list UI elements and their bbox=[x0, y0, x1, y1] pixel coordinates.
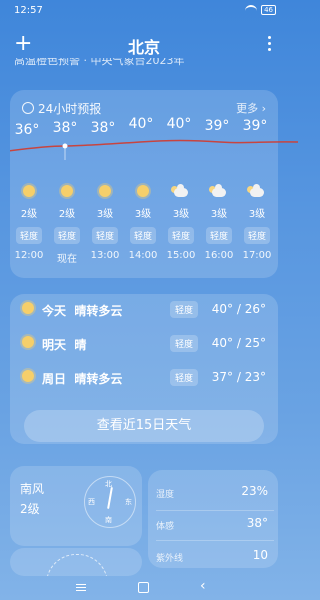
system-nav-bar: ‹ bbox=[0, 576, 288, 600]
hourly-wind: 3级 bbox=[172, 209, 190, 220]
hourly-time: 15:00 bbox=[166, 250, 196, 261]
aqi-badge: 轻度 bbox=[170, 335, 199, 352]
aqi-badge: 轻度 bbox=[205, 227, 232, 244]
more-menu-icon[interactable] bbox=[268, 36, 272, 54]
city-title: 北京 bbox=[127, 38, 160, 57]
fifteen-day-forecast-button[interactable]: 查看近15日天气 bbox=[24, 410, 264, 442]
sun-icon bbox=[61, 185, 73, 197]
divider bbox=[156, 510, 274, 511]
day-label: 今天 晴转多云 bbox=[42, 304, 123, 318]
sun-arc-icon bbox=[46, 554, 108, 576]
day-row-today[interactable]: 今天 晴转多云 轻度 40° / 26° bbox=[10, 298, 278, 320]
compass-west: 西 bbox=[88, 498, 95, 506]
home-icon[interactable] bbox=[138, 582, 149, 593]
cloud-sun-icon bbox=[247, 184, 264, 197]
sun-icon bbox=[22, 370, 34, 382]
hourly-wind: 3级 bbox=[210, 209, 228, 220]
detail-uv: 紫外线 10 bbox=[156, 548, 268, 564]
alert-text: 高温橙色预警 · 中央气象台2023年 bbox=[14, 58, 185, 67]
day-label: 周日 晴转多云 bbox=[42, 372, 123, 386]
hourly-wind: 2级 bbox=[20, 209, 38, 220]
hourly-time: 14:00 bbox=[128, 250, 158, 261]
aqi-badge: 轻度 bbox=[243, 227, 270, 244]
sun-icon bbox=[99, 185, 111, 197]
cloud-sun-icon bbox=[171, 184, 188, 197]
hourly-wind-row: 2级 2级 3级 3级 3级 3级 3级 bbox=[10, 205, 278, 223]
sun-icon bbox=[22, 302, 34, 314]
aqi-badge: 轻度 bbox=[167, 227, 194, 244]
compass-needle bbox=[107, 486, 113, 510]
sun-icon bbox=[22, 336, 34, 348]
hourly-icons-row bbox=[10, 182, 278, 200]
aqi-badge: 轻度 bbox=[53, 227, 80, 244]
back-icon[interactable]: ‹ bbox=[200, 578, 206, 594]
day-temps: 37° / 23° bbox=[211, 370, 266, 384]
divider bbox=[156, 540, 274, 541]
hourly-wind: 3级 bbox=[248, 209, 266, 220]
hourly-time: 13:00 bbox=[90, 250, 120, 261]
wind-level: 2级 bbox=[20, 502, 40, 516]
aqi-badge: 轻度 bbox=[170, 369, 199, 386]
compass-icon: 北 南 西 东 bbox=[84, 476, 136, 528]
status-bar: 12:57 46 bbox=[0, 0, 288, 22]
day-temps: 40° / 25° bbox=[211, 336, 266, 350]
aqi-badge: 轻度 bbox=[129, 227, 156, 244]
day-row-sunday[interactable]: 周日 晴转多云 轻度 37° / 23° bbox=[10, 366, 278, 388]
cloud-sun-icon bbox=[209, 184, 226, 197]
hourly-wind: 2级 bbox=[58, 209, 76, 220]
alert-banner[interactable]: 高温橙色预警 · 中央气象台2023年 bbox=[14, 58, 274, 72]
hourly-wind: 3级 bbox=[96, 209, 114, 220]
wind-direction: 南风 bbox=[20, 482, 45, 496]
hourly-forecast-card: 24小时预报 更多 › 36° 38° 38° 40° 40° 39° 39° … bbox=[10, 90, 298, 278]
hourly-title: 24小时预报 bbox=[38, 102, 102, 116]
aqi-badge: 轻度 bbox=[91, 227, 118, 244]
hourly-aqi-row: 轻度 轻度 轻度 轻度 轻度 轻度 轻度 bbox=[10, 224, 278, 244]
detail-humidity: 湿度 23% bbox=[156, 484, 268, 500]
compass-south: 南 bbox=[105, 516, 112, 524]
sunrise-card bbox=[10, 548, 142, 576]
hourly-time: 12:00 bbox=[14, 250, 44, 261]
more-link[interactable]: 更多 › bbox=[236, 100, 266, 116]
status-time: 12:57 bbox=[14, 5, 43, 16]
temperature-curve bbox=[10, 139, 298, 160]
day-label: 明天 晴 bbox=[42, 338, 87, 352]
aqi-badge: 轻度 bbox=[170, 301, 199, 318]
hourly-time: 16:00 bbox=[204, 250, 234, 261]
clock-icon bbox=[22, 102, 34, 114]
aqi-badge: 轻度 bbox=[15, 227, 42, 244]
hourly-time-row: 12:00 现在 13:00 14:00 15:00 16:00 17:00 bbox=[10, 250, 278, 268]
status-icons: 46 bbox=[245, 5, 276, 15]
battery-icon: 46 bbox=[261, 5, 276, 15]
hourly-time: 现在 bbox=[57, 254, 77, 265]
wind-card: 南风 2级 北 南 西 东 bbox=[10, 466, 142, 546]
detail-feels-like: 体感 38° bbox=[156, 516, 268, 532]
hourly-time: 17:00 bbox=[242, 250, 272, 261]
details-card: 湿度 23% 体感 38° 紫外线 10 bbox=[148, 470, 278, 568]
recent-apps-icon[interactable] bbox=[76, 584, 86, 593]
compass-east: 东 bbox=[125, 498, 132, 506]
header: + 北京 bbox=[0, 30, 288, 60]
day-temps: 40° / 26° bbox=[211, 302, 266, 316]
wifi-icon bbox=[245, 5, 258, 15]
hourly-wind: 3级 bbox=[134, 209, 152, 220]
day-row-tomorrow[interactable]: 明天 晴 轻度 40° / 25° bbox=[10, 332, 278, 354]
sun-icon bbox=[23, 185, 35, 197]
sun-icon bbox=[137, 185, 149, 197]
